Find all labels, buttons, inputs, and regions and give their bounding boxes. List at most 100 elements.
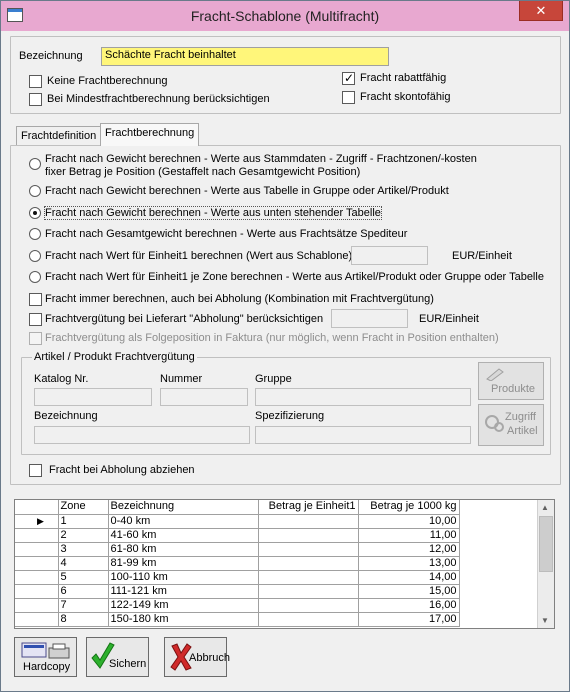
table-row[interactable]: 4 81-99 km 13,00 xyxy=(15,556,460,571)
spezifizierung-input[interactable] xyxy=(255,426,471,444)
cell-betrag-einheit[interactable] xyxy=(258,528,359,543)
cell-bezeichnung[interactable]: 100-110 km xyxy=(108,570,259,585)
skontofaehig-label: Fracht skontofähig xyxy=(360,91,451,103)
scroll-thumb[interactable] xyxy=(539,516,553,572)
cell-betrag-1000kg[interactable]: 10,00 xyxy=(358,514,460,529)
scroll-up-icon[interactable]: ▲ xyxy=(541,503,549,512)
row-indicator xyxy=(15,612,59,627)
dialog-content: Bezeichnung Schächte Fracht beinhaltet K… xyxy=(8,31,562,685)
table-row[interactable]: 8 150-180 km 17,00 xyxy=(15,612,460,627)
row-indicator xyxy=(15,570,59,585)
cell-betrag-1000kg[interactable]: 14,00 xyxy=(358,570,460,585)
immer-berechnen-checkbox[interactable] xyxy=(29,293,42,306)
radio-wert-einheit[interactable] xyxy=(29,250,41,262)
spezifizierung-label: Spezifizierung xyxy=(255,410,325,422)
cell-betrag-einheit[interactable] xyxy=(258,612,359,627)
radio-unten-tabelle-label: Fracht nach Gewicht berechnen - Werte au… xyxy=(44,206,382,220)
produkte-button[interactable]: Produkte xyxy=(478,362,544,400)
table-row[interactable]: ▶ 1 0-40 km 10,00 xyxy=(15,514,460,529)
window-title: Fracht-Schablone (Multifracht) xyxy=(190,8,380,24)
hardcopy-button[interactable]: Hardcopy xyxy=(14,637,77,677)
cell-zone[interactable]: 2 xyxy=(58,528,109,543)
zugriff-artikel-button[interactable]: Zugriff Artikel xyxy=(478,404,544,446)
cell-zone[interactable]: 1 xyxy=(58,514,109,529)
table-row[interactable]: 2 41-60 km 11,00 xyxy=(15,528,460,543)
cancel-button[interactable]: Abbruch xyxy=(164,637,230,677)
tab-frachtberechnung[interactable]: Frachtberechnung xyxy=(100,123,200,146)
mindestfracht-checkbox[interactable] xyxy=(29,93,42,106)
wert-einheit-input[interactable] xyxy=(351,246,428,265)
skontofaehig-checkbox[interactable] xyxy=(342,91,355,104)
cell-betrag-1000kg[interactable]: 13,00 xyxy=(358,556,460,571)
mindestfracht-label: Bei Mindestfrachtberechnung berücksichti… xyxy=(47,93,270,105)
radio-tabelle-gruppe-label: Fracht nach Gewicht berechnen - Werte au… xyxy=(45,185,449,197)
cell-betrag-1000kg[interactable]: 16,00 xyxy=(358,598,460,613)
radio-stammdaten-label-2: fixer Betrag je Position (Gestaffelt nac… xyxy=(45,166,361,178)
radio-wert-zone[interactable] xyxy=(29,271,41,283)
table-row[interactable]: 6 111-121 km 15,00 xyxy=(15,584,460,599)
table-row[interactable]: 5 100-110 km 14,00 xyxy=(15,570,460,585)
rabattfaehig-label: Fracht rabattfähig xyxy=(360,72,447,84)
cell-betrag-einheit[interactable] xyxy=(258,514,359,529)
cell-bezeichnung[interactable]: 0-40 km xyxy=(108,514,259,529)
printer-icon xyxy=(21,642,70,659)
radio-stammdaten[interactable] xyxy=(29,158,41,170)
title-bar[interactable]: Fracht-Schablone (Multifracht) ✕ xyxy=(1,1,569,31)
cell-betrag-einheit[interactable] xyxy=(258,584,359,599)
cell-bezeichnung[interactable]: 41-60 km xyxy=(108,528,259,543)
cell-betrag-1000kg[interactable]: 11,00 xyxy=(358,528,460,543)
rabattfaehig-checkbox[interactable] xyxy=(342,71,355,85)
verguetung-input[interactable] xyxy=(331,309,408,328)
keine-frachtberechnung-checkbox[interactable] xyxy=(29,75,42,88)
wert-einheit-unit: EUR/Einheit xyxy=(452,250,512,262)
save-label: Sichern xyxy=(109,658,147,670)
cell-bezeichnung[interactable]: 111-121 km xyxy=(108,584,259,599)
cell-zone[interactable]: 6 xyxy=(58,584,109,599)
table-row[interactable]: 7 122-149 km 16,00 xyxy=(15,598,460,613)
cell-bezeichnung[interactable]: 122-149 km xyxy=(108,598,259,613)
close-button[interactable]: ✕ xyxy=(519,1,563,21)
cell-betrag-1000kg[interactable]: 17,00 xyxy=(358,612,460,627)
scroll-down-icon[interactable]: ▼ xyxy=(541,616,549,625)
radio-wert-einheit-label: Fracht nach Wert für Einheit1 berechnen … xyxy=(45,250,359,262)
cell-zone[interactable]: 7 xyxy=(58,598,109,613)
save-button[interactable]: Sichern xyxy=(86,637,149,677)
table-vertical-scrollbar[interactable]: ▲ ▼ xyxy=(537,500,554,628)
folgeposition-checkbox[interactable] xyxy=(29,332,42,345)
cell-zone[interactable]: 8 xyxy=(58,612,109,627)
cell-zone[interactable]: 5 xyxy=(58,570,109,585)
current-row-indicator: ▶ xyxy=(15,514,59,529)
table-row[interactable]: 3 61-80 km 12,00 xyxy=(15,542,460,557)
cell-betrag-einheit[interactable] xyxy=(258,598,359,613)
cell-zone[interactable]: 3 xyxy=(58,542,109,557)
radio-tabelle-gruppe[interactable] xyxy=(29,185,41,197)
cell-betrag-einheit[interactable] xyxy=(258,556,359,571)
bezeichnung-artikel-input[interactable] xyxy=(34,426,250,444)
radio-gesamtgewicht[interactable] xyxy=(29,228,41,240)
artikel-group-title: Artikel / Produkt Frachtvergütung xyxy=(32,351,197,363)
cell-betrag-einheit[interactable] xyxy=(258,570,359,585)
cell-bezeichnung[interactable]: 61-80 km xyxy=(108,542,259,557)
zones-table[interactable]: Zone Bezeichnung Betrag je Einheit1 Betr… xyxy=(14,499,555,629)
abholung-abziehen-checkbox[interactable] xyxy=(29,464,42,477)
cell-bezeichnung[interactable]: 150-180 km xyxy=(108,612,259,627)
column-header-zone[interactable]: Zone xyxy=(58,500,109,515)
gruppe-input[interactable] xyxy=(255,388,471,406)
katalog-input[interactable] xyxy=(34,388,152,406)
column-header-betrag-1000kg[interactable]: Betrag je 1000 kg xyxy=(358,500,460,515)
nummer-input[interactable] xyxy=(160,388,248,406)
cell-betrag-1000kg[interactable]: 15,00 xyxy=(358,584,460,599)
column-header-bezeichnung[interactable]: Bezeichnung xyxy=(108,500,259,515)
column-header-betrag-einheit[interactable]: Betrag je Einheit1 xyxy=(258,500,359,515)
tab-frachtdefinition[interactable]: Frachtdefinition xyxy=(16,126,102,145)
bezeichnung-input[interactable]: Schächte Fracht beinhaltet xyxy=(101,47,389,66)
radio-unten-tabelle[interactable] xyxy=(29,207,41,219)
cell-betrag-einheit[interactable] xyxy=(258,542,359,557)
cell-zone[interactable]: 4 xyxy=(58,556,109,571)
row-indicator xyxy=(15,584,59,599)
artikel-frachtverguetung-group: Artikel / Produkt Frachtvergütung Katalo… xyxy=(21,351,551,455)
verguetung-checkbox[interactable] xyxy=(29,313,42,326)
cell-betrag-1000kg[interactable]: 12,00 xyxy=(358,542,460,557)
cell-bezeichnung[interactable]: 81-99 km xyxy=(108,556,259,571)
keine-frachtberechnung-label: Keine Frachtberechnung xyxy=(47,75,168,87)
